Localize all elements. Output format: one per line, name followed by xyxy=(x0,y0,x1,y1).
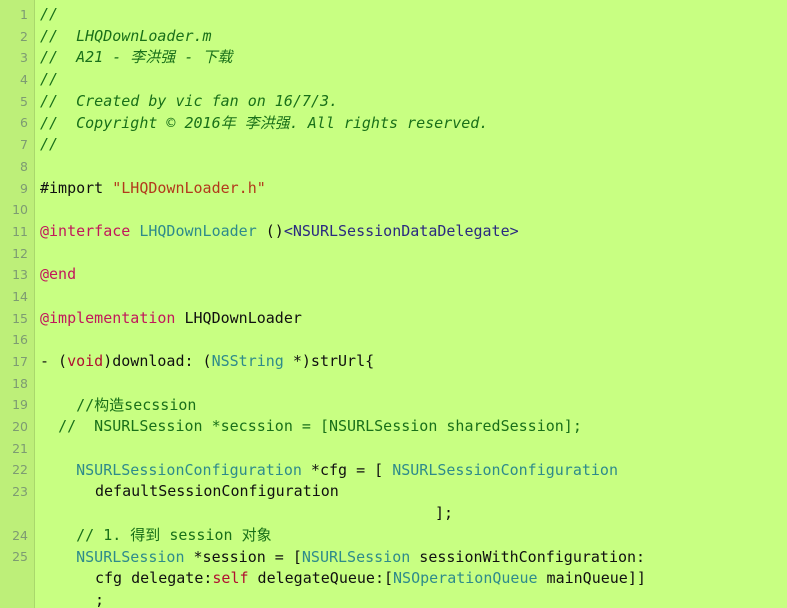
comment-token: // NSURLSession *secssion = [NSURLSessio… xyxy=(40,417,582,436)
type-token: NSURLSession xyxy=(76,547,185,566)
variable-token: *session = [ xyxy=(184,547,302,566)
code-line-wrapped: ; xyxy=(40,590,787,608)
line-number: 5 xyxy=(20,93,28,109)
comment-token: // Created by vic fan on 16/7/3. xyxy=(40,91,339,110)
line-number: 19 xyxy=(12,397,28,413)
type-token: NSString xyxy=(211,352,284,371)
line-number: 11 xyxy=(12,223,28,239)
parameter-token: *)strUrl{ xyxy=(283,352,375,371)
punctuation-token: () xyxy=(265,222,284,241)
code-line-wrapped: ]; xyxy=(40,503,787,525)
line-number: 22 xyxy=(12,462,28,478)
code-line: @interface LHQDownLoader ()<NSURLSession… xyxy=(40,221,787,243)
preprocessor-token: #import xyxy=(40,178,113,197)
method-call-token: defaultSessionConfiguration xyxy=(95,482,339,501)
code-line: NSURLSession *session = [NSURLSession se… xyxy=(40,547,787,569)
line-number-gutter: 1 2 3 4 5 6 7 8 9 10 11 12 13 14 15 16 1… xyxy=(0,0,35,608)
method-name-token: )download: ( xyxy=(103,352,212,371)
comment-token: // xyxy=(40,135,59,154)
keyword-token: self xyxy=(212,569,249,588)
method-call-token: mainQueue]] xyxy=(537,569,646,588)
code-line: // NSURLSession *secssion = [NSURLSessio… xyxy=(40,416,787,438)
code-text-area[interactable]: // // LHQDownLoader.m // A21 - 李洪强 - 下载 … xyxy=(35,0,787,608)
keyword-token: @implementation xyxy=(40,308,185,327)
line-number: 7 xyxy=(20,137,28,153)
code-line: // LHQDownLoader.m xyxy=(40,26,787,48)
line-number: 6 xyxy=(20,115,28,131)
comment-token: // Copyright © 2016年 李洪强. All rights res… xyxy=(40,113,489,132)
line-number: 1 xyxy=(20,7,28,22)
line-number: 21 xyxy=(12,440,28,456)
line-number: 4 xyxy=(20,72,28,88)
code-editor-viewport[interactable]: 1 2 3 4 5 6 7 8 9 10 11 12 13 14 15 16 1… xyxy=(0,0,787,608)
keyword-token: @end xyxy=(40,265,77,284)
string-token: "LHQDownLoader.h" xyxy=(112,178,266,197)
line-number: 2 xyxy=(20,28,28,44)
line-number: 10 xyxy=(12,202,28,218)
code-line: @end xyxy=(40,264,787,286)
line-number: 25 xyxy=(12,549,28,565)
code-line: // Created by vic fan on 16/7/3. xyxy=(40,91,787,113)
code-line-wrapped: defaultSessionConfiguration xyxy=(40,481,787,503)
line-number: 17 xyxy=(12,354,28,369)
class-name-token: LHQDownLoader xyxy=(139,222,266,241)
type-token: NSURLSessionConfiguration xyxy=(392,460,618,479)
type-token: NSURLSession xyxy=(301,547,411,566)
variable-token: *cfg = [ xyxy=(301,460,393,479)
selector-token: delegateQueue:[ xyxy=(248,569,394,588)
line-number: 8 xyxy=(20,158,28,174)
code-line: // 1. 得到 session 对象 xyxy=(40,525,787,547)
code-line-wrapped: cfg delegate:self delegateQueue:[NSOpera… xyxy=(40,568,787,590)
punctuation-token: - ( xyxy=(40,352,68,371)
keyword-token: @interface xyxy=(40,222,140,241)
type-token: NSOperationQueue xyxy=(393,569,538,588)
code-line: //构造secssion xyxy=(40,395,787,417)
comment-token: // 1. 得到 session 对象 xyxy=(40,525,272,544)
line-number: 20 xyxy=(12,419,28,435)
line-number: 23 xyxy=(12,484,28,500)
comment-token: // LHQDownLoader.m xyxy=(40,26,212,45)
protocol-token: <NSURLSessionDataDelegate> xyxy=(283,222,519,241)
argument-token: cfg delegate: xyxy=(95,569,213,588)
code-line: @implementation LHQDownLoader xyxy=(40,308,787,330)
line-number: 16 xyxy=(12,332,28,348)
code-line: #import "LHQDownLoader.h" xyxy=(40,178,787,200)
line-number: 18 xyxy=(12,375,28,391)
class-name-token: LHQDownLoader xyxy=(184,308,302,327)
code-line: - (void)download: (NSString *)strUrl{ xyxy=(40,351,787,373)
comment-token: // xyxy=(40,70,59,89)
code-line: // xyxy=(40,69,787,91)
line-number: 13 xyxy=(12,267,28,283)
code-line: // xyxy=(40,4,787,26)
punctuation-token: ]; xyxy=(435,504,454,523)
code-line: // xyxy=(40,134,787,156)
line-number: 24 xyxy=(12,527,28,543)
selector-token: sessionWithConfiguration: xyxy=(410,547,646,566)
line-number: 12 xyxy=(12,245,28,261)
line-number: 3 xyxy=(20,50,28,66)
indent-token xyxy=(40,461,76,479)
code-line: NSURLSessionConfiguration *cfg = [ NSURL… xyxy=(40,460,787,482)
line-number: 15 xyxy=(12,310,28,326)
keyword-token: void xyxy=(67,352,104,371)
comment-token: //构造secssion xyxy=(40,395,197,414)
line-number: 9 xyxy=(20,180,28,196)
punctuation-token: ; xyxy=(95,590,105,608)
indent-token xyxy=(40,548,76,566)
type-token: NSURLSessionConfiguration xyxy=(76,460,302,479)
line-number: 14 xyxy=(12,288,28,304)
comment-token: // xyxy=(40,5,59,23)
code-line: // Copyright © 2016年 李洪强. All rights res… xyxy=(40,113,787,135)
comment-token: // A21 - 李洪强 - 下载 xyxy=(40,48,233,67)
code-line: // A21 - 李洪强 - 下载 xyxy=(40,47,787,69)
